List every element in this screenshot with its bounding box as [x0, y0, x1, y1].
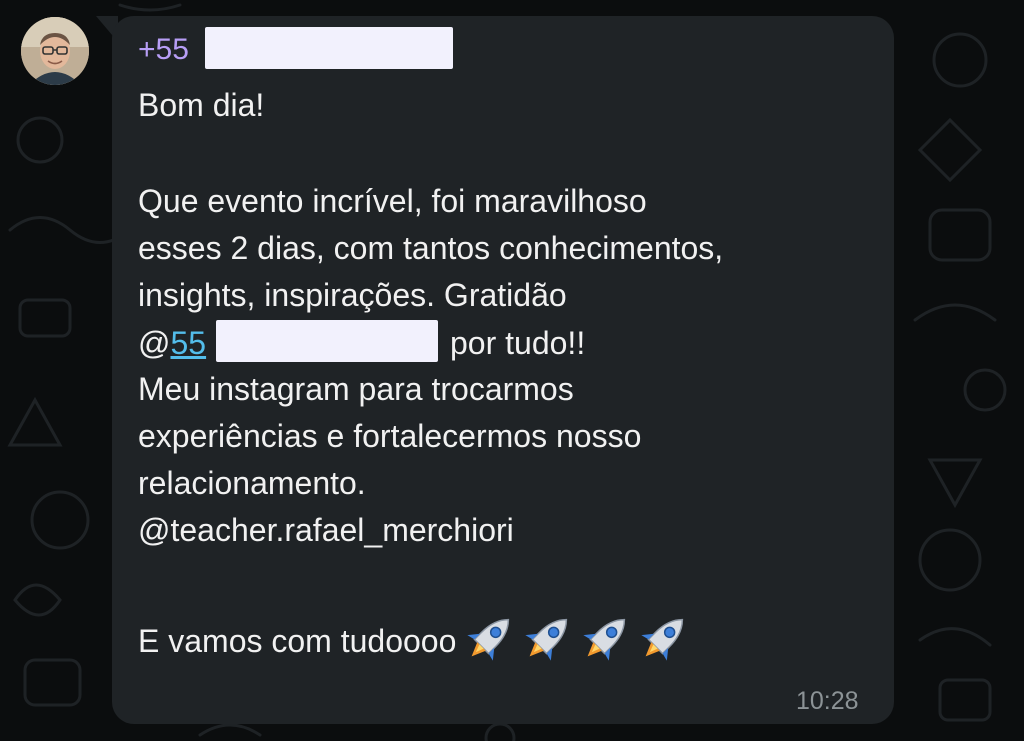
mention-link[interactable]: 55	[170, 325, 206, 361]
avatar-photo	[21, 17, 89, 85]
redacted-mention-number	[216, 320, 438, 362]
message-closing-line: E vamos com tudoooo	[138, 610, 696, 666]
message-line: Meu instagram para trocarmos	[138, 371, 574, 407]
rocket-icon	[525, 618, 568, 661]
message-timestamp: 10:28	[796, 687, 859, 715]
mention-at-sign: @	[138, 325, 171, 361]
message-mention-line: @55	[138, 320, 206, 366]
message-greeting: Bom dia!	[138, 87, 265, 123]
rocket-icon	[467, 618, 510, 661]
rocket-icon	[583, 618, 626, 661]
rocket-emojis	[464, 610, 696, 666]
message-line: por tudo!!	[450, 325, 586, 361]
rocket-icon	[641, 618, 684, 661]
message-line: esses 2 dias, com tantos conhecimentos,	[138, 230, 724, 266]
redacted-sender-number	[205, 27, 453, 69]
closing-text: E vamos com tudoooo	[138, 623, 457, 659]
message-line: Que evento incrível, foi maravilhoso	[138, 183, 647, 219]
sender-avatar[interactable]	[21, 17, 89, 85]
message-line: relacionamento.	[138, 465, 366, 501]
sender-name[interactable]: +55	[138, 30, 189, 70]
message-line: insights, inspirações. Gratidão	[138, 277, 567, 313]
message-line: experiências e fortalecermos nosso	[138, 418, 642, 454]
instagram-handle: @teacher.rafael_merchiori	[138, 512, 514, 548]
